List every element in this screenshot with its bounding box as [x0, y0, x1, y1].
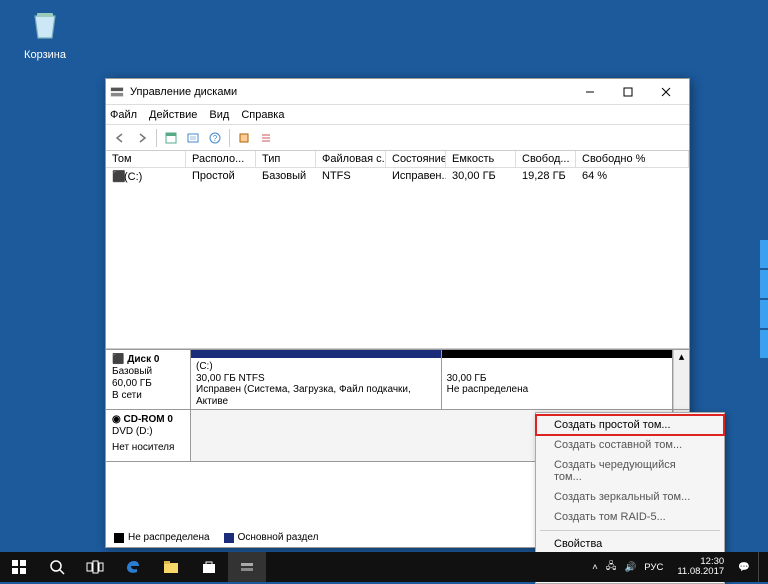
show-desktop-button[interactable]: [758, 552, 764, 582]
disk0-info[interactable]: ⬛ Диск 0 Базовый 60,00 ГБ В сети: [106, 350, 191, 409]
toolbar: ?: [106, 125, 689, 151]
disk-mgmt-taskbar-icon[interactable]: [228, 552, 266, 582]
help-icon[interactable]: ?: [205, 128, 225, 148]
volume-table: Том Располо... Тип Файловая с... Состоян…: [106, 151, 689, 349]
cdrom-info[interactable]: ◉ CD-ROM 0 DVD (D:) Нет носителя: [106, 410, 191, 461]
th-type[interactable]: Тип: [256, 151, 316, 167]
th-status[interactable]: Состояние: [386, 151, 446, 167]
table-header: Том Располо... Тип Файловая с... Состоян…: [106, 151, 689, 168]
cell-status: Исправен...: [386, 168, 446, 185]
cell-type: Базовый: [256, 168, 316, 185]
disk-icon: ⬛: [112, 170, 124, 183]
volume-unallocated[interactable]: 30,00 ГБ Не распределена: [442, 350, 673, 409]
edge-icon[interactable]: [114, 552, 152, 582]
cell-fs: NTFS: [316, 168, 386, 185]
ctx-properties[interactable]: Свойства: [536, 534, 724, 554]
close-button[interactable]: [647, 81, 685, 103]
table-row[interactable]: ⬛(C:) Простой Базовый NTFS Исправен... 3…: [106, 168, 689, 185]
disk-row-0: ⬛ Диск 0 Базовый 60,00 ГБ В сети (C:) 30…: [106, 350, 689, 410]
store-icon[interactable]: [190, 552, 228, 582]
search-icon[interactable]: [38, 552, 76, 582]
list-icon[interactable]: [256, 128, 276, 148]
th-layout[interactable]: Располо...: [186, 151, 256, 167]
svg-text:?: ?: [213, 134, 218, 143]
legend-primary: Основной раздел: [238, 532, 319, 543]
settings-icon[interactable]: [234, 128, 254, 148]
maximize-button[interactable]: [609, 81, 647, 103]
scrollbar[interactable]: ▴: [673, 350, 689, 409]
disk-icon: ⬛: [112, 354, 127, 365]
forward-icon[interactable]: [132, 128, 152, 148]
tray-language[interactable]: РУС: [644, 562, 663, 573]
legend-unalloc: Не распределена: [128, 532, 210, 543]
edge-peek: [760, 240, 768, 360]
th-capacity[interactable]: Емкость: [446, 151, 516, 167]
ctx-create-raid5-volume: Создать том RAID-5...: [536, 507, 724, 527]
menu-view[interactable]: Вид: [209, 109, 229, 121]
tray-clock[interactable]: 12:30 11.08.2017: [671, 557, 730, 578]
cell-volume: (C:): [124, 171, 142, 183]
start-button[interactable]: [0, 552, 38, 582]
th-fs[interactable]: Файловая с...: [316, 151, 386, 167]
cell-capacity: 30,00 ГБ: [446, 168, 516, 185]
tray-chevron-up-icon[interactable]: ˄: [592, 562, 598, 573]
volume-c[interactable]: (C:) 30,00 ГБ NTFS Исправен (Система, За…: [191, 350, 442, 409]
ctx-create-mirrored-volume: Создать зеркальный том...: [536, 487, 724, 507]
ctx-create-spanned-volume: Создать составной том...: [536, 435, 724, 455]
back-icon[interactable]: [110, 128, 130, 148]
th-freepct[interactable]: Свободно %: [576, 151, 689, 167]
window-title: Управление дисками: [130, 86, 571, 98]
cell-free: 19,28 ГБ: [516, 168, 576, 185]
recycle-bin[interactable]: Корзина: [15, 8, 75, 61]
tray-volume-icon[interactable]: 🔊: [624, 562, 636, 573]
menu-file[interactable]: Файл: [110, 109, 137, 121]
menu-action[interactable]: Действие: [149, 109, 197, 121]
app-icon: [110, 85, 124, 99]
tray-network-icon[interactable]: 🖧: [606, 559, 617, 575]
refresh-icon[interactable]: [183, 128, 203, 148]
view1-icon[interactable]: [161, 128, 181, 148]
ctx-create-simple-volume[interactable]: Создать простой том...: [536, 415, 724, 435]
th-free[interactable]: Свобод...: [516, 151, 576, 167]
minimize-button[interactable]: [571, 81, 609, 103]
recycle-bin-label: Корзина: [15, 49, 75, 61]
cell-freepct: 64 %: [576, 168, 689, 185]
disc-icon: ◉: [112, 414, 124, 425]
th-volume[interactable]: Том: [106, 151, 186, 167]
ctx-create-striped-volume: Создать чередующийся том...: [536, 455, 724, 487]
taskbar: ˄ 🖧 🔊 РУС 12:30 11.08.2017 💬: [0, 552, 768, 582]
tray-notifications-icon[interactable]: 💬: [738, 562, 750, 573]
menu-bar: Файл Действие Вид Справка: [106, 105, 689, 125]
menu-help[interactable]: Справка: [241, 109, 284, 121]
system-tray: ˄ 🖧 🔊 РУС 12:30 11.08.2017 💬: [592, 552, 768, 582]
cell-layout: Простой: [186, 168, 256, 185]
task-view-icon[interactable]: [76, 552, 114, 582]
explorer-icon[interactable]: [152, 552, 190, 582]
title-bar[interactable]: Управление дисками: [106, 79, 689, 105]
